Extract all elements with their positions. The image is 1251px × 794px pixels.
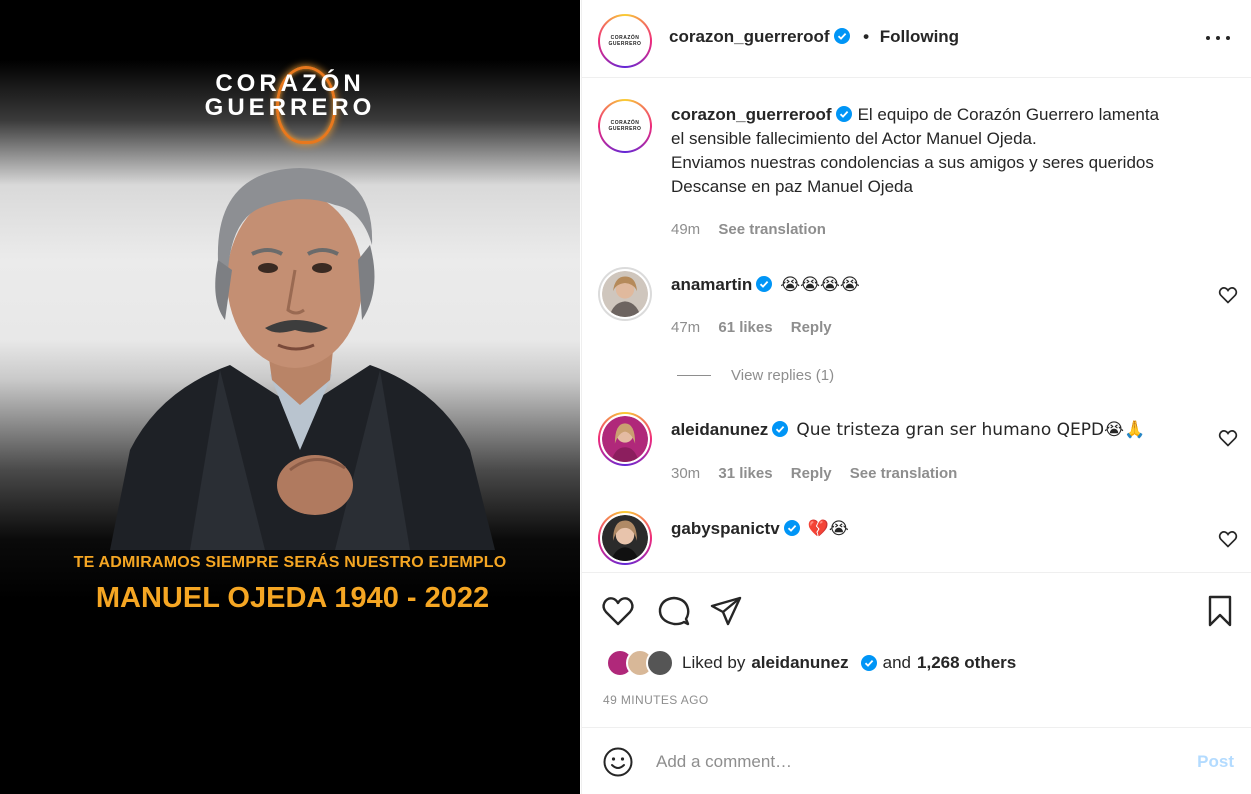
verified-badge-icon (783, 520, 800, 536)
view-replies-button[interactable]: View replies (1) (677, 367, 834, 384)
comment-username[interactable]: anamartin (671, 275, 752, 294)
author-avatar[interactable]: CORAZÓN GUERRERO (598, 14, 652, 68)
caption-line-2: el sensible fallecimiento del Actor Manu… (671, 129, 1037, 148)
comment-input[interactable] (656, 748, 1156, 776)
post-details-panel: CORAZÓN GUERRERO corazon_guerreroof • Fo… (581, 0, 1251, 794)
tribute-tagline: TE ADMIRAMOS SIEMPRE SERÁS NUESTRO EJEMP… (73, 554, 507, 571)
comment-likes[interactable]: 61 likes (718, 319, 772, 336)
comment-text: gabyspanictv 💔😭 (671, 517, 1206, 541)
logo-line-1: CORAZÓN (215, 70, 365, 97)
more-horizontal-icon[interactable] (1206, 28, 1230, 48)
reply-button[interactable]: Reply (791, 319, 832, 336)
emoji-smiley-icon[interactable] (602, 746, 634, 778)
comment-body: 💔😭 (807, 519, 849, 539)
caption-username[interactable]: corazon_guerreroof (671, 105, 832, 124)
verified-badge-icon (834, 28, 851, 44)
like-heart-icon[interactable] (600, 593, 636, 629)
verified-badge-icon (756, 276, 773, 292)
comment-text: anamartin 😭😭😭😭 (671, 273, 1206, 297)
likes-others-link[interactable]: 1,268 others (917, 653, 1016, 673)
see-translation-link[interactable]: See translation (850, 465, 958, 482)
commenter-avatar[interactable] (598, 511, 652, 565)
comment-username[interactable]: gabyspanictv (671, 519, 780, 538)
avatar-photo (602, 515, 648, 561)
comment-time[interactable]: 47m (671, 319, 700, 336)
caption-line-3: Enviamos nuestras condolencias a sus ami… (671, 153, 1154, 172)
avatar-photo (602, 416, 648, 462)
tribute-name-years: MANUEL OJEDA 1940 - 2022 (95, 582, 490, 614)
caption-line-4: Descanse en paz Manuel Ojeda (671, 177, 913, 196)
header-separator: • (863, 27, 870, 46)
caption-meta: 49m See translation (671, 221, 826, 238)
save-bookmark-icon[interactable] (1202, 593, 1238, 629)
comments-list[interactable]: CORAZÓN GUERRERO corazon_guerreroof El eq… (582, 79, 1251, 572)
verified-badge-icon (772, 421, 789, 437)
share-send-icon[interactable] (708, 593, 744, 629)
comment-likes[interactable]: 31 likes (718, 465, 772, 482)
comment-like-heart-icon[interactable] (1218, 428, 1238, 448)
post-timestamp[interactable]: 49 MINUTES AGO (603, 693, 709, 707)
portrait-illustration (110, 168, 495, 550)
following-button[interactable]: Following (880, 27, 959, 46)
liked-by-user[interactable]: aleidanunez (751, 653, 848, 673)
comment-time[interactable]: 30m (671, 465, 700, 482)
comment-body: Que tristeza gran ser humano QEPD😭🙏 (796, 420, 1146, 440)
and-label: and (882, 653, 912, 672)
liker-avatars (606, 649, 678, 677)
comment-username[interactable]: aleidanunez (671, 420, 768, 439)
header-user-line: corazon_guerreroof • Following (669, 27, 959, 47)
caption-author-avatar[interactable]: CORAZÓN GUERRERO (598, 99, 652, 153)
author-username[interactable]: corazon_guerreroof (669, 27, 830, 46)
see-translation-link[interactable]: See translation (718, 221, 826, 238)
comment-bubble-icon[interactable] (656, 593, 692, 629)
comment-meta: 47m 61 likes Reply (671, 319, 832, 336)
show-logo: CORAZÓN GUERRERO (0, 66, 580, 144)
post-header: CORAZÓN GUERRERO corazon_guerreroof • Fo… (582, 0, 1251, 78)
commenter-avatar[interactable] (598, 412, 652, 466)
avatar-logo-text: CORAZÓN GUERRERO (608, 35, 642, 47)
comment-like-heart-icon[interactable] (1218, 285, 1238, 305)
liked-by-line: Liked by aleidanunez and 1,268 others (606, 649, 1016, 677)
caption-time[interactable]: 49m (671, 221, 700, 238)
liked-by-prefix: Liked by (682, 653, 746, 672)
avatar-photo (602, 271, 648, 317)
post-comment-button[interactable]: Post (1197, 752, 1234, 772)
reply-button[interactable]: Reply (791, 465, 832, 482)
logo-line-2: GUERRERO (204, 94, 376, 121)
post-image[interactable]: CORAZÓN GUERRERO TE ADMIRAMOS SIEMPRE SE… (0, 0, 580, 794)
commenter-avatar[interactable] (598, 267, 652, 321)
avatar-logo-text: CORAZÓN GUERRERO (608, 120, 642, 132)
comment-like-heart-icon[interactable] (1218, 529, 1238, 549)
comment-text: aleidanunez Que tristeza gran ser humano … (671, 418, 1206, 442)
verified-badge-icon (860, 655, 877, 671)
caption-text: corazon_guerreroof El equipo de Corazón G… (671, 103, 1206, 199)
add-comment-bar: Post (582, 728, 1251, 794)
view-replies-label: View replies (1) (731, 367, 835, 384)
liker-avatar (646, 649, 674, 677)
verified-badge-icon (835, 106, 852, 122)
post-actions-section: Liked by aleidanunez and 1,268 others 49… (582, 572, 1251, 728)
comment-meta: 30m 31 likes Reply See translation (671, 465, 957, 482)
comment-body: 😭😭😭😭 (780, 275, 860, 295)
replies-divider (677, 375, 711, 376)
caption-line-1: El equipo de Corazón Guerrero lamenta (857, 105, 1160, 124)
